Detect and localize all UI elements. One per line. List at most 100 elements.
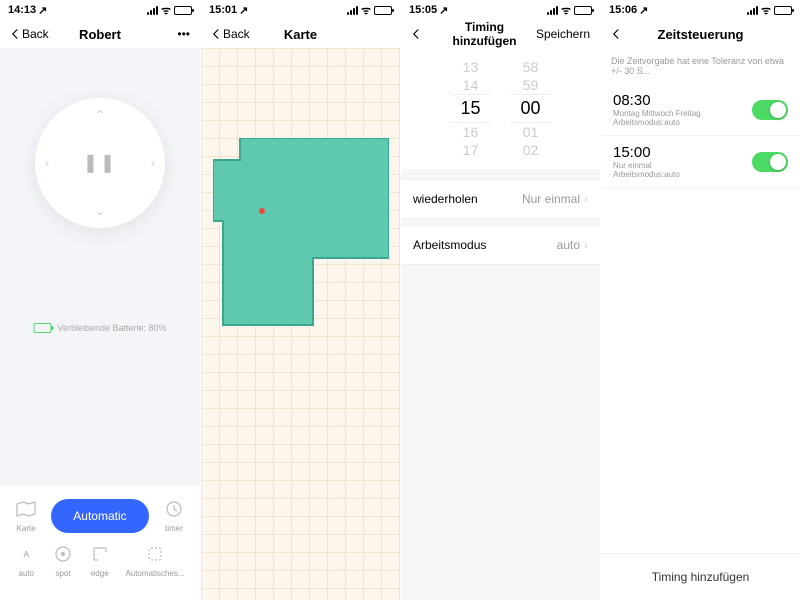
- auto-recharge-button[interactable]: Automatisches...: [125, 543, 184, 578]
- repeat-row[interactable]: wiederholen Nur einmal›: [401, 179, 600, 219]
- edge-mode-button[interactable]: edge: [89, 543, 111, 578]
- auto-icon: A: [15, 543, 37, 565]
- workmode-row[interactable]: Arbeitsmodus auto ›: [401, 225, 600, 265]
- status-bar: 14:13↗ ᯤ: [0, 0, 200, 20]
- robot-position-dot: [259, 208, 265, 214]
- location-icon: ↗: [239, 4, 248, 17]
- wifi-icon: ᯤ: [361, 3, 371, 18]
- phone-schedule: 15:06↗ ᯤ Zeitsteuerung Die Zeitvorgabe h…: [600, 0, 800, 600]
- automatic-button[interactable]: Automatic: [51, 499, 148, 533]
- schedule-days: Nur einmal: [613, 161, 680, 170]
- map-icon: [15, 498, 37, 520]
- more-button[interactable]: •••: [177, 27, 190, 41]
- back-button[interactable]: [411, 28, 423, 40]
- location-icon: ↗: [639, 4, 648, 17]
- battery-label: Verbleibende Batterie: 80%: [57, 323, 166, 333]
- back-button[interactable]: [611, 28, 623, 40]
- signal-icon: [747, 6, 758, 15]
- chevron-right-icon: ›: [584, 192, 588, 206]
- dpad-left[interactable]: ‹: [45, 156, 49, 170]
- edge-label: edge: [91, 569, 109, 578]
- map-area[interactable]: [201, 48, 400, 600]
- add-timing-button[interactable]: Timing hinzufügen: [601, 553, 800, 600]
- time-picker[interactable]: 13 14 15 16 17 58 59 00 01 02: [401, 48, 600, 169]
- battery-icon: [774, 6, 792, 15]
- karte-button[interactable]: Karte: [15, 498, 37, 533]
- battery-icon: [574, 6, 592, 15]
- bottom-panel: Karte Automatic timer A auto spo: [0, 486, 200, 600]
- page-title: Karte: [284, 27, 317, 42]
- picker-option: 01: [511, 123, 551, 141]
- back-button[interactable]: Back: [10, 27, 49, 41]
- back-label: Back: [22, 27, 49, 41]
- page-title: Timing hinzufügen: [423, 20, 536, 48]
- status-time: 14:13: [8, 4, 36, 16]
- recharge-icon: [144, 543, 166, 565]
- header: Back Karte: [201, 20, 400, 48]
- pause-button[interactable]: ❚❚: [83, 153, 117, 174]
- picker-option: 02: [511, 141, 551, 159]
- dpad-right[interactable]: ›: [151, 156, 155, 170]
- picker-option: 58: [511, 58, 551, 76]
- schedule-mode: Arbeitsmodus:auto: [613, 118, 701, 127]
- back-button[interactable]: Back: [211, 27, 250, 41]
- page-title: Zeitsteuerung: [658, 27, 744, 42]
- minute-column[interactable]: 58 59 00 01 02: [511, 58, 551, 159]
- repeat-value: Nur einmal: [522, 192, 580, 206]
- clock-icon: [163, 498, 185, 520]
- page-title: Robert: [79, 27, 121, 42]
- status-time: 15:01: [209, 4, 237, 16]
- status-bar: 15:05↗ ᯤ: [401, 0, 600, 20]
- schedule-toggle[interactable]: [752, 152, 788, 172]
- timer-button[interactable]: timer: [163, 498, 185, 533]
- schedule-time: 08:30: [613, 92, 701, 109]
- status-bar: 15:06↗ ᯤ: [601, 0, 800, 20]
- battery-icon: [374, 6, 392, 15]
- location-icon: ↗: [38, 4, 47, 17]
- signal-icon: [547, 6, 558, 15]
- spot-mode-button[interactable]: spot: [52, 543, 74, 578]
- schedule-days: Montag Mittwoch Freitag: [613, 109, 701, 118]
- save-button[interactable]: Speichern: [536, 27, 590, 41]
- schedule-time: 15:00: [613, 144, 680, 161]
- workmode-label: Arbeitsmodus: [413, 238, 486, 252]
- signal-icon: [347, 6, 358, 15]
- workmode-value: auto: [557, 238, 580, 252]
- status-bar: 15:01↗ ᯤ: [201, 0, 400, 20]
- edge-icon: [89, 543, 111, 565]
- header: Back Robert •••: [0, 20, 200, 48]
- schedule-item[interactable]: 15:00 Nur einmal Arbeitsmodus:auto: [601, 136, 800, 188]
- room-shape: [213, 138, 389, 338]
- header: Timing hinzufügen Speichern: [401, 20, 600, 48]
- picker-option: 17: [450, 141, 490, 159]
- spot-icon: [52, 543, 74, 565]
- schedule-item[interactable]: 08:30 Montag Mittwoch Freitag Arbeitsmod…: [601, 84, 800, 136]
- schedule-mode: Arbeitsmodus:auto: [613, 170, 680, 179]
- picker-selected: 15: [450, 94, 490, 123]
- battery-status: Verbleibende Batterie: 80%: [33, 323, 166, 333]
- spot-label: spot: [55, 569, 70, 578]
- back-label: Back: [223, 27, 250, 41]
- dpad-down[interactable]: ⌄: [95, 204, 105, 218]
- timer-label: timer: [165, 524, 183, 533]
- chevron-right-icon: ›: [584, 238, 588, 252]
- hour-column[interactable]: 13 14 15 16 17: [450, 58, 490, 159]
- wifi-icon: ᯤ: [761, 3, 771, 18]
- schedule-toggle[interactable]: [752, 100, 788, 120]
- direction-dial: ⌃ ⌄ ‹ › ❚❚: [35, 98, 165, 228]
- location-icon: ↗: [439, 4, 448, 17]
- auto-mode-button[interactable]: A auto: [15, 543, 37, 578]
- phone-control: 14:13↗ ᯤ Back Robert ••• ⌃ ⌄ ‹ › ❚❚: [0, 0, 200, 600]
- picker-option: 14: [450, 76, 490, 94]
- status-time: 15:06: [609, 4, 637, 16]
- wifi-icon: ᯤ: [561, 3, 571, 18]
- picker-option: 13: [450, 58, 490, 76]
- karte-label: Karte: [17, 524, 36, 533]
- wifi-icon: ᯤ: [161, 3, 171, 18]
- header: Zeitsteuerung: [601, 20, 800, 48]
- status-time: 15:05: [409, 4, 437, 16]
- phone-map: 15:01↗ ᯤ Back Karte: [200, 0, 400, 600]
- phone-add-timer: 15:05↗ ᯤ Timing hinzufügen Speichern 13 …: [400, 0, 600, 600]
- dpad-up[interactable]: ⌃: [95, 108, 105, 122]
- battery-level-icon: [33, 323, 51, 333]
